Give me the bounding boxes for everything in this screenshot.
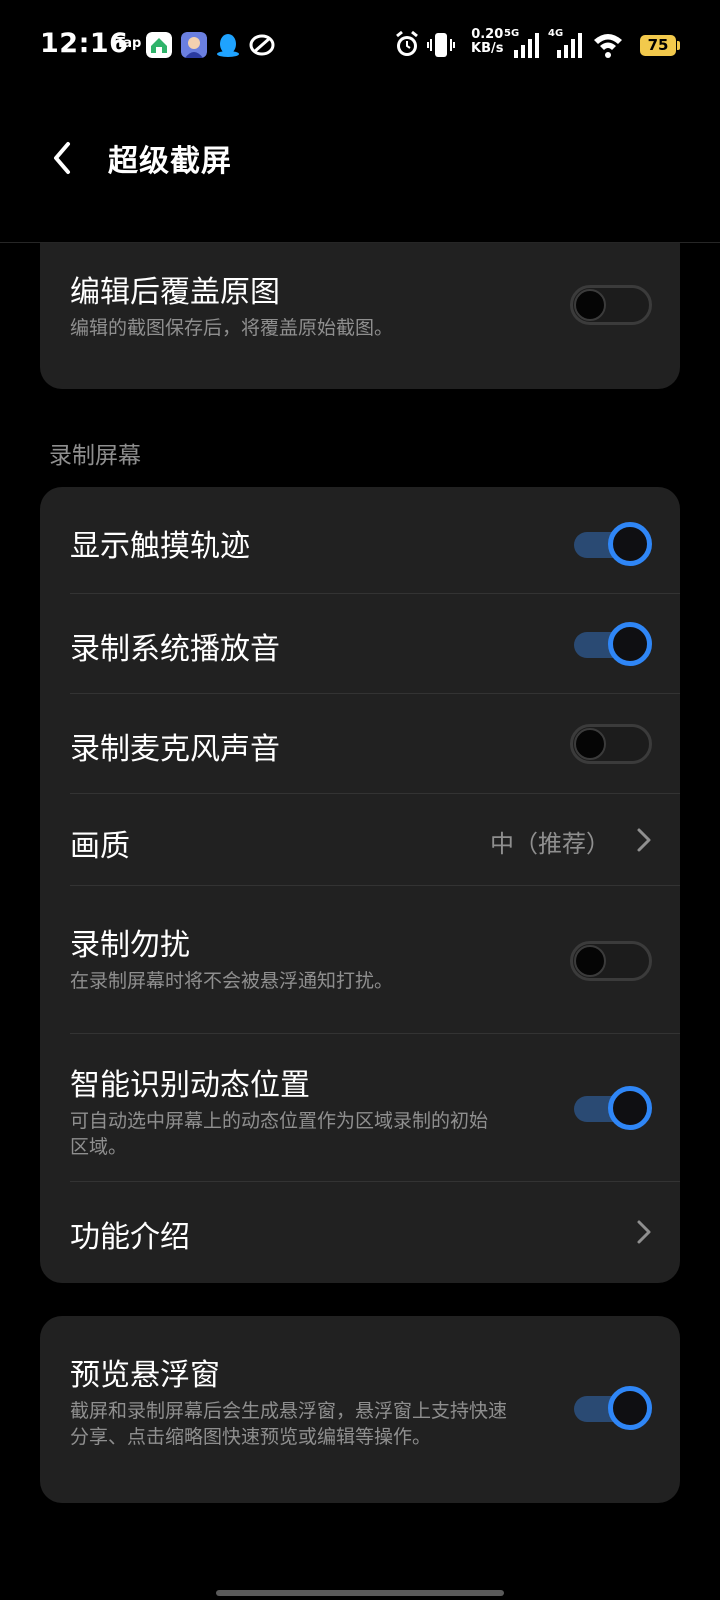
setting-row-microphone[interactable]: 录制麦克风声音 xyxy=(40,694,680,794)
dnd-toggle[interactable] xyxy=(570,941,652,981)
setting-row-preview-window[interactable]: 预览悬浮窗 截屏和录制屏幕后会生成悬浮窗，悬浮窗上支持快速分享、点击缩略图快速预… xyxy=(40,1316,680,1503)
card-record-settings: 显示触摸轨迹 录制系统播放音 录制麦克风声音 画质 中（推荐） 录制勿扰 在录制… xyxy=(40,487,680,1283)
alarm-icon xyxy=(396,30,418,56)
overwrite-toggle[interactable] xyxy=(570,285,652,325)
speed-unit: KB/s xyxy=(471,41,504,56)
setting-row-overwrite[interactable]: 编辑后覆盖原图 编辑的截图保存后，将覆盖原始截图。 xyxy=(40,243,680,389)
setting-title: 显示触摸轨迹 xyxy=(70,529,250,564)
wifi-icon xyxy=(594,34,622,58)
card-screenshot-settings: 编辑后覆盖原图 编辑的截图保存后，将覆盖原始截图。 xyxy=(40,243,680,389)
setting-description: 在录制屏幕时将不会被悬浮通知打扰。 xyxy=(70,970,394,992)
back-arrow-icon[interactable] xyxy=(44,138,84,178)
setting-description: 截屏和录制屏幕后会生成悬浮窗，悬浮窗上支持快速分享、点击缩略图快速预览或编辑等操… xyxy=(70,1400,508,1448)
toggle-knob xyxy=(574,289,606,321)
setting-row-feature-intro[interactable]: 功能介绍 xyxy=(40,1182,680,1283)
system-audio-toggle[interactable] xyxy=(570,622,652,666)
smart-position-toggle[interactable] xyxy=(570,1086,652,1130)
network-speed: 0.20 KB/s xyxy=(471,28,503,56)
setting-description: 编辑的截图保存后，将覆盖原始截图。 xyxy=(70,317,394,339)
setting-title: 录制系统播放音 xyxy=(70,632,280,667)
toggle-knob xyxy=(608,522,652,566)
microphone-toggle[interactable] xyxy=(570,724,652,764)
setting-title: 录制勿扰 xyxy=(70,928,190,963)
chevron-right-icon xyxy=(637,828,651,852)
vibrate-icon xyxy=(427,33,455,57)
qq-icon xyxy=(217,34,239,57)
battery-icon: 75 xyxy=(640,35,676,56)
setting-title: 功能介绍 xyxy=(70,1220,190,1255)
card-preview-window: 预览悬浮窗 截屏和录制屏幕后会生成悬浮窗，悬浮窗上支持快速分享、点击缩略图快速预… xyxy=(40,1316,680,1503)
toggle-knob xyxy=(608,1086,652,1130)
toggle-knob xyxy=(608,1386,652,1430)
toggle-knob xyxy=(608,622,652,666)
setting-title: 预览悬浮窗 xyxy=(70,1358,220,1393)
page-title: 超级截屏 xyxy=(108,144,232,179)
preview-window-toggle[interactable] xyxy=(570,1386,652,1430)
setting-row-system-audio[interactable]: 录制系统播放音 xyxy=(40,594,680,694)
quality-value: 中（推荐） xyxy=(490,830,610,858)
signal-icon xyxy=(514,33,539,58)
setting-description: 可自动选中屏幕上的动态位置作为区域录制的初始区域。 xyxy=(70,1110,489,1158)
setting-title: 智能识别动态位置 xyxy=(70,1068,310,1103)
status-bar: 12:16 Tap 0.20 KB/s 5G 4G 75 xyxy=(0,0,720,90)
settings-screen: 12:16 Tap 0.20 KB/s 5G 4G 75 超级截屏 编辑后覆盖原… xyxy=(0,0,720,1600)
app-icon xyxy=(146,32,172,58)
toggle-knob xyxy=(574,945,606,977)
app-icon xyxy=(181,32,207,58)
setting-row-dnd[interactable]: 录制勿扰 在录制屏幕时将不会被悬浮通知打扰。 xyxy=(40,886,680,1034)
setting-title: 画质 xyxy=(70,829,130,864)
setting-row-touch-trail[interactable]: 显示触摸轨迹 xyxy=(40,487,680,594)
speed-value: 0.20 xyxy=(471,27,504,42)
app-icon xyxy=(249,34,275,56)
chevron-right-icon xyxy=(637,1220,651,1244)
touch-trail-toggle[interactable] xyxy=(570,522,652,566)
battery-tip xyxy=(677,41,680,50)
tap-app-label: Tap xyxy=(116,36,142,51)
setting-row-smart-position[interactable]: 智能识别动态位置 可自动选中屏幕上的动态位置作为区域录制的初始区域。 xyxy=(40,1034,680,1182)
setting-row-quality[interactable]: 画质 中（推荐） xyxy=(40,794,680,886)
section-label-record: 录制屏幕 xyxy=(49,443,141,469)
setting-title: 录制麦克风声音 xyxy=(70,732,280,767)
setting-title: 编辑后覆盖原图 xyxy=(70,275,280,310)
signal-icon xyxy=(557,33,582,58)
toggle-knob xyxy=(574,728,606,760)
home-indicator[interactable] xyxy=(216,1590,504,1596)
